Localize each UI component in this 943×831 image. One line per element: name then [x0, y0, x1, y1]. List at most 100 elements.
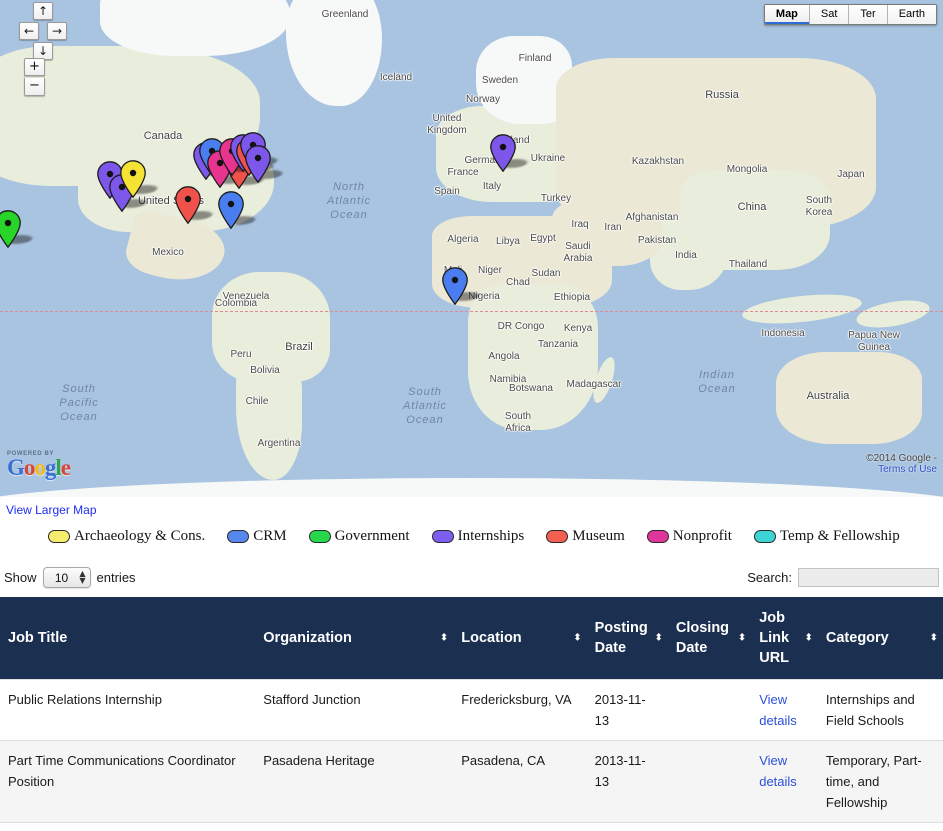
map-pin-icon [175, 186, 201, 224]
legend-swatch-icon [546, 530, 569, 543]
legend-swatch-icon [308, 530, 331, 543]
view-details-link[interactable]: View details [759, 753, 797, 789]
landmass-new-guinea [854, 295, 932, 333]
legend-label: Internships [457, 528, 525, 544]
terms-of-use-link[interactable]: Terms of Use [878, 464, 937, 475]
legend-swatch-icon [48, 530, 70, 543]
entries-select-wrapper[interactable]: 102550100 ▲▼ [42, 567, 91, 588]
map-container[interactable]: North Atlantic Ocean South Atlantic Ocean… [0, 0, 943, 497]
legend-item: Museum [546, 528, 625, 545]
country-label: Greenland [321, 9, 369, 20]
map-pin-icon [218, 191, 244, 229]
country-label: Sudan [531, 268, 561, 279]
country-label: Venezuela [222, 291, 270, 302]
map-marker[interactable] [218, 191, 259, 229]
country-label: Pakistan [637, 235, 677, 246]
pan-right-button[interactable]: → [47, 22, 67, 40]
column-header-job-link-url[interactable]: Job Link URL ⬍ [751, 597, 818, 680]
map-type-control[interactable]: Map Sat Ter Earth [763, 4, 937, 25]
map-marker[interactable] [175, 186, 216, 224]
cell-job-link[interactable]: View details [751, 740, 818, 823]
zoom-control[interactable]: + − [24, 58, 46, 96]
category-legend: Archaeology & Cons. CRM Government Internsh… [48, 528, 943, 545]
map-type-sat-button[interactable]: Sat [809, 5, 850, 24]
map-marker[interactable] [0, 210, 36, 248]
jobs-table-head: Job Title Organization ⬍ Location ⬍ Posting D… [0, 597, 943, 680]
country-label: Saudi Arabia [563, 241, 593, 264]
cell-job-title: Museum Technician [0, 822, 256, 831]
pan-left-button[interactable]: ← [19, 22, 39, 40]
column-header-closing-date[interactable]: Closing Date ⬍ [667, 597, 752, 680]
map-pin-icon [120, 160, 146, 198]
pan-control[interactable]: ↑ ← → ↓ [19, 2, 67, 60]
country-label: Afghanistan [625, 212, 679, 223]
legend-item: Temp & Fellowship [753, 528, 900, 545]
ocean-label: South Atlantic Ocean [402, 386, 448, 426]
column-header-job-title[interactable]: Job Title [0, 597, 256, 680]
cell-job-title: Part Time Communications Coordinator Pos… [0, 740, 256, 823]
map-canvas[interactable]: North Atlantic Ocean South Atlantic Ocean… [0, 0, 943, 497]
cell-job-link[interactable]: View details [751, 822, 818, 831]
column-header-organization[interactable]: Organization ⬍ [255, 597, 454, 680]
map-type-map-button[interactable]: Map [764, 5, 810, 24]
country-label: Angola [488, 351, 520, 362]
cell-organization: Stafford Junction [255, 679, 454, 741]
sort-arrows-icon[interactable]: ⬍ [805, 633, 813, 643]
cell-category: Temporary, Part-time, and Fellowship [817, 740, 943, 823]
sort-arrows-icon[interactable]: ⬍ [440, 633, 448, 643]
legend-swatch-icon [431, 530, 454, 543]
cell-job-link[interactable]: View details [751, 679, 818, 741]
country-label: Bolivia [250, 365, 280, 376]
cell-closing-date [667, 740, 752, 823]
country-label: Libya [496, 236, 520, 247]
country-label: Mongolia [726, 164, 768, 175]
country-label: Iceland [379, 72, 413, 83]
pan-up-button[interactable]: ↑ [33, 2, 53, 20]
map-marker[interactable] [490, 134, 531, 172]
sort-arrows-icon[interactable]: ⬍ [573, 633, 581, 643]
legend-swatch-icon [227, 530, 250, 543]
country-label: Mexico [152, 247, 184, 258]
sort-arrows-icon[interactable]: ⬍ [738, 633, 746, 643]
legend-label: Archaeology & Cons. [74, 528, 206, 544]
column-header-label: Job Title [8, 630, 68, 646]
sort-arrows-icon[interactable]: ⬍ [930, 633, 938, 643]
map-type-earth-button[interactable]: Earth [887, 5, 936, 24]
country-label: Thailand [728, 259, 768, 270]
view-larger-map-link[interactable]: View Larger Map [6, 503, 97, 517]
search-label: Search: [747, 570, 792, 585]
cell-job-title: Public Relations Internship [0, 679, 256, 741]
jobs-table: Job Title Organization ⬍ Location ⬍ Posting D… [0, 597, 943, 831]
map-marker[interactable] [442, 267, 483, 305]
country-label: Spain [434, 186, 460, 197]
column-header-label: Location [461, 630, 522, 646]
entries-select[interactable]: 102550100 [42, 567, 91, 588]
map-marker[interactable] [120, 160, 161, 198]
column-header-category[interactable]: Category ⬍ [817, 597, 943, 680]
table-row: Part Time Communications Coordinator Pos… [0, 740, 943, 823]
legend-item: Government [308, 528, 410, 545]
legend-item: CRM [227, 528, 287, 545]
legend-swatch-icon [646, 530, 669, 543]
zoom-out-button[interactable]: − [24, 78, 45, 96]
column-header-posting-date[interactable]: Posting Date ⬍ [586, 597, 668, 680]
zoom-in-button[interactable]: + [24, 58, 45, 76]
country-label: Indonesia [761, 328, 805, 339]
map-pin-icon [0, 210, 21, 248]
view-details-link[interactable]: View details [759, 692, 797, 728]
search-input[interactable] [798, 568, 939, 587]
cell-posting-date: 2014-01-31 [586, 822, 668, 831]
column-header-location[interactable]: Location ⬍ [453, 597, 587, 680]
map-type-ter-button[interactable]: Ter [849, 5, 888, 24]
column-header-label: Job Link URL [759, 610, 790, 666]
cell-organization: National Museum of the American Indian [255, 822, 454, 831]
legend-label: Museum [572, 528, 625, 544]
country-label: Turkey [540, 193, 572, 204]
country-label: Kazakhstan [631, 156, 685, 167]
country-label: Argentina [257, 438, 301, 449]
equator-line [0, 311, 943, 312]
sort-arrows-icon[interactable]: ⬍ [654, 633, 662, 643]
ocean-label: Indian Ocean [698, 369, 736, 395]
map-marker[interactable] [245, 145, 286, 183]
table-header-row: Job Title Organization ⬍ Location ⬍ Posting D… [0, 597, 943, 680]
